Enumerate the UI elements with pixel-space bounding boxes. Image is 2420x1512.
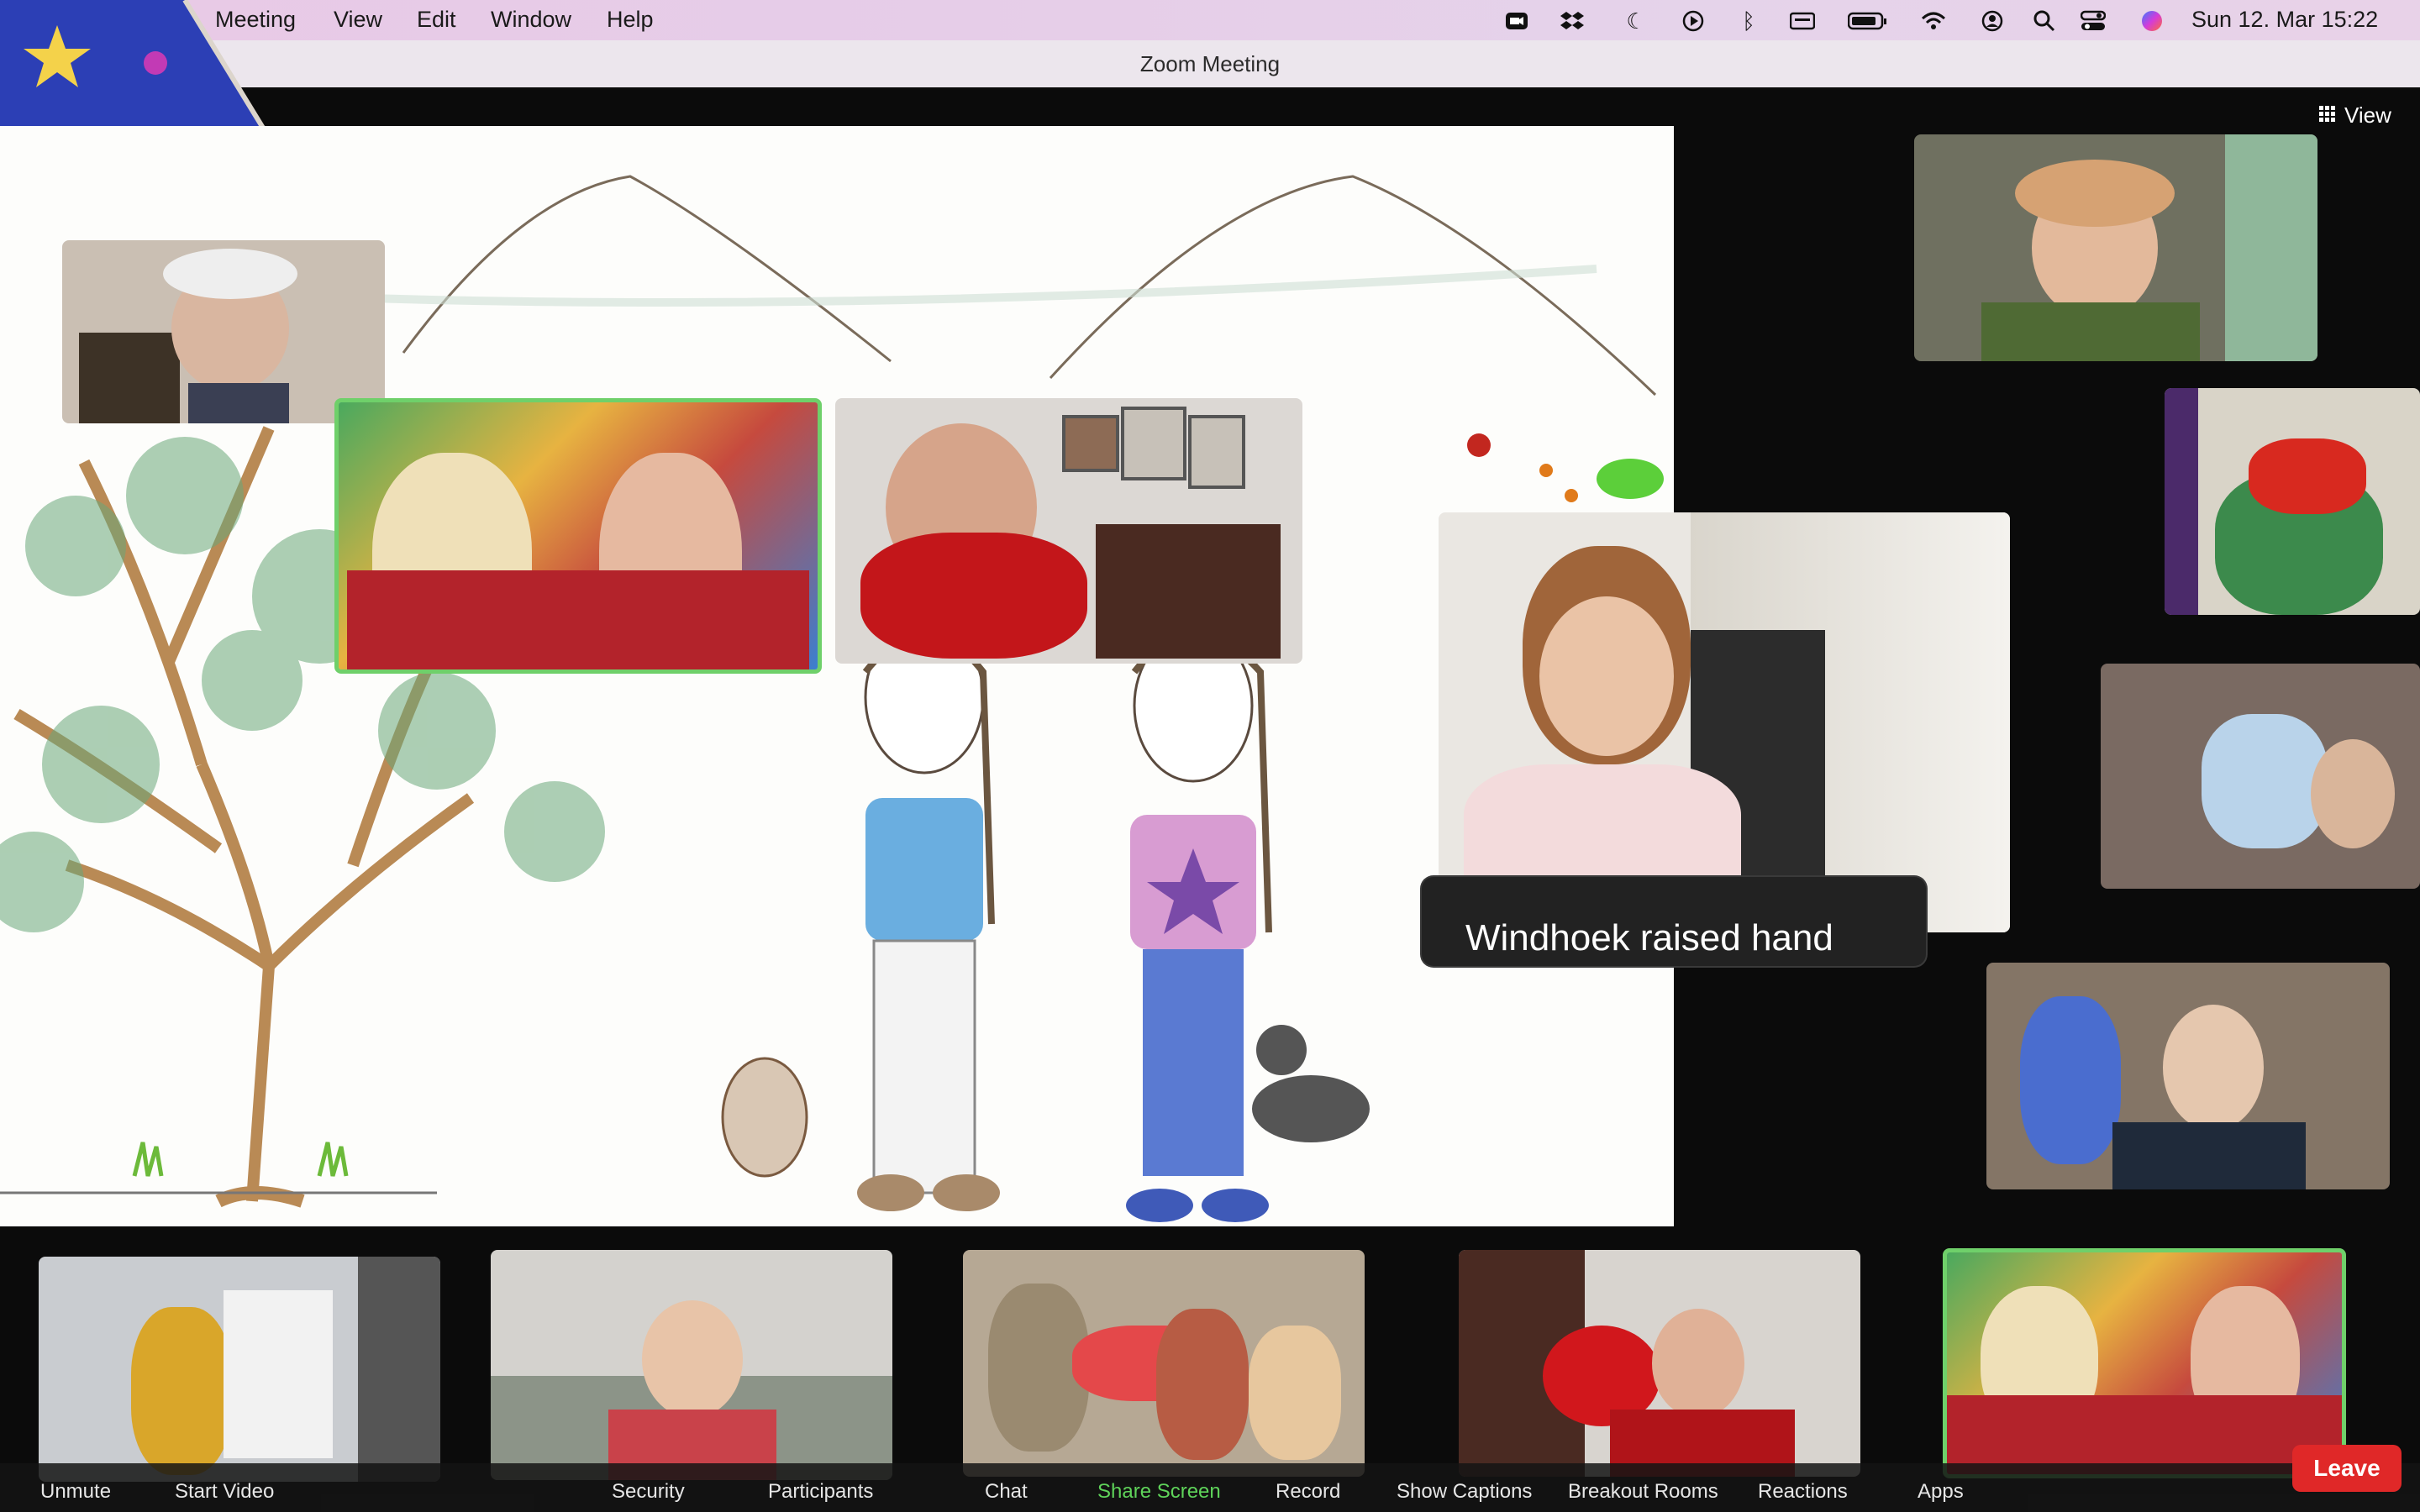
menu-edit[interactable]: Edit bbox=[417, 7, 456, 33]
video-tile-two-women-active[interactable] bbox=[334, 398, 822, 674]
chat-button[interactable]: Chat bbox=[985, 1480, 1028, 1504]
keyboard-icon[interactable] bbox=[1790, 8, 1815, 34]
video-tile-man-glasses[interactable] bbox=[62, 240, 385, 423]
menu-help[interactable]: Help bbox=[607, 7, 654, 33]
raised-hand-text: Windhoek raised hand bbox=[1465, 917, 1833, 958]
window-title: Zoom Meeting bbox=[1139, 51, 1281, 76]
video-tile-two-women-waving[interactable] bbox=[1943, 1248, 2346, 1478]
siri-icon[interactable] bbox=[2139, 8, 2165, 34]
share-screen-button[interactable]: Share Screen bbox=[1097, 1480, 1221, 1504]
battery-icon[interactable] bbox=[1847, 8, 1889, 34]
drawn-girl-right bbox=[1126, 628, 1272, 1222]
macos-menubar: Meeting View Edit Window Help ☾ ᛒ Sun 12… bbox=[0, 0, 2420, 40]
video-tile-hands-cloth[interactable] bbox=[2165, 388, 2420, 615]
menu-window[interactable]: Window bbox=[491, 7, 571, 33]
video-tile-woman-red-heart[interactable] bbox=[1459, 1250, 1860, 1477]
video-tile-girl-blue-cloth[interactable] bbox=[2101, 664, 2420, 889]
record-button[interactable]: Record bbox=[1276, 1480, 1340, 1504]
unmute-button[interactable]: Unmute bbox=[40, 1480, 111, 1504]
window-titlebar: Zoom Meeting bbox=[0, 40, 2420, 88]
view-button[interactable]: View bbox=[2319, 102, 2391, 129]
video-tile-girl-dark-sweater[interactable] bbox=[1986, 963, 2390, 1189]
user-icon[interactable] bbox=[1980, 8, 2005, 34]
drawn-girl-left bbox=[857, 620, 1000, 1211]
video-tile-woman-red-boa[interactable] bbox=[835, 398, 1302, 664]
breakout-rooms-button[interactable]: Breakout Rooms bbox=[1568, 1480, 1718, 1504]
menu-view[interactable]: View bbox=[334, 7, 382, 33]
participants-button[interactable]: Participants bbox=[768, 1480, 873, 1504]
wifi-icon[interactable] bbox=[1921, 8, 1946, 34]
video-tile-girl-sofa[interactable] bbox=[491, 1250, 892, 1480]
video-tile-boy-yellow-costume[interactable] bbox=[39, 1257, 440, 1482]
search-icon[interactable] bbox=[2032, 8, 2057, 34]
moon-icon[interactable]: ☾ bbox=[1623, 8, 1649, 34]
apps-button[interactable]: Apps bbox=[1918, 1480, 1964, 1504]
control-center-icon[interactable] bbox=[2081, 8, 2106, 34]
bluetooth-icon[interactable]: ᛒ bbox=[1736, 8, 1761, 34]
grid-icon bbox=[2319, 102, 2336, 129]
video-tile-girl-windhoek[interactable] bbox=[1439, 512, 2010, 932]
reactions-button[interactable]: Reactions bbox=[1758, 1480, 1848, 1504]
zoom-icon[interactable] bbox=[1504, 8, 1529, 34]
raised-hand-notification: Windhoek raised hand bbox=[1422, 877, 1926, 966]
dropbox-icon[interactable] bbox=[1560, 8, 1585, 34]
video-tile-three-kids[interactable] bbox=[963, 1250, 1365, 1477]
start-video-button[interactable]: Start Video bbox=[175, 1480, 274, 1504]
play-icon[interactable] bbox=[1681, 8, 1706, 34]
menubar-clock[interactable]: Sun 12. Mar 15:22 bbox=[2191, 7, 2378, 33]
show-captions-button[interactable]: Show Captions bbox=[1397, 1480, 1532, 1504]
view-label: View bbox=[2344, 102, 2391, 128]
security-button[interactable]: Security bbox=[612, 1480, 685, 1504]
leave-button[interactable]: Leave bbox=[2292, 1445, 2402, 1492]
video-tile-older-woman[interactable] bbox=[1914, 134, 2317, 361]
